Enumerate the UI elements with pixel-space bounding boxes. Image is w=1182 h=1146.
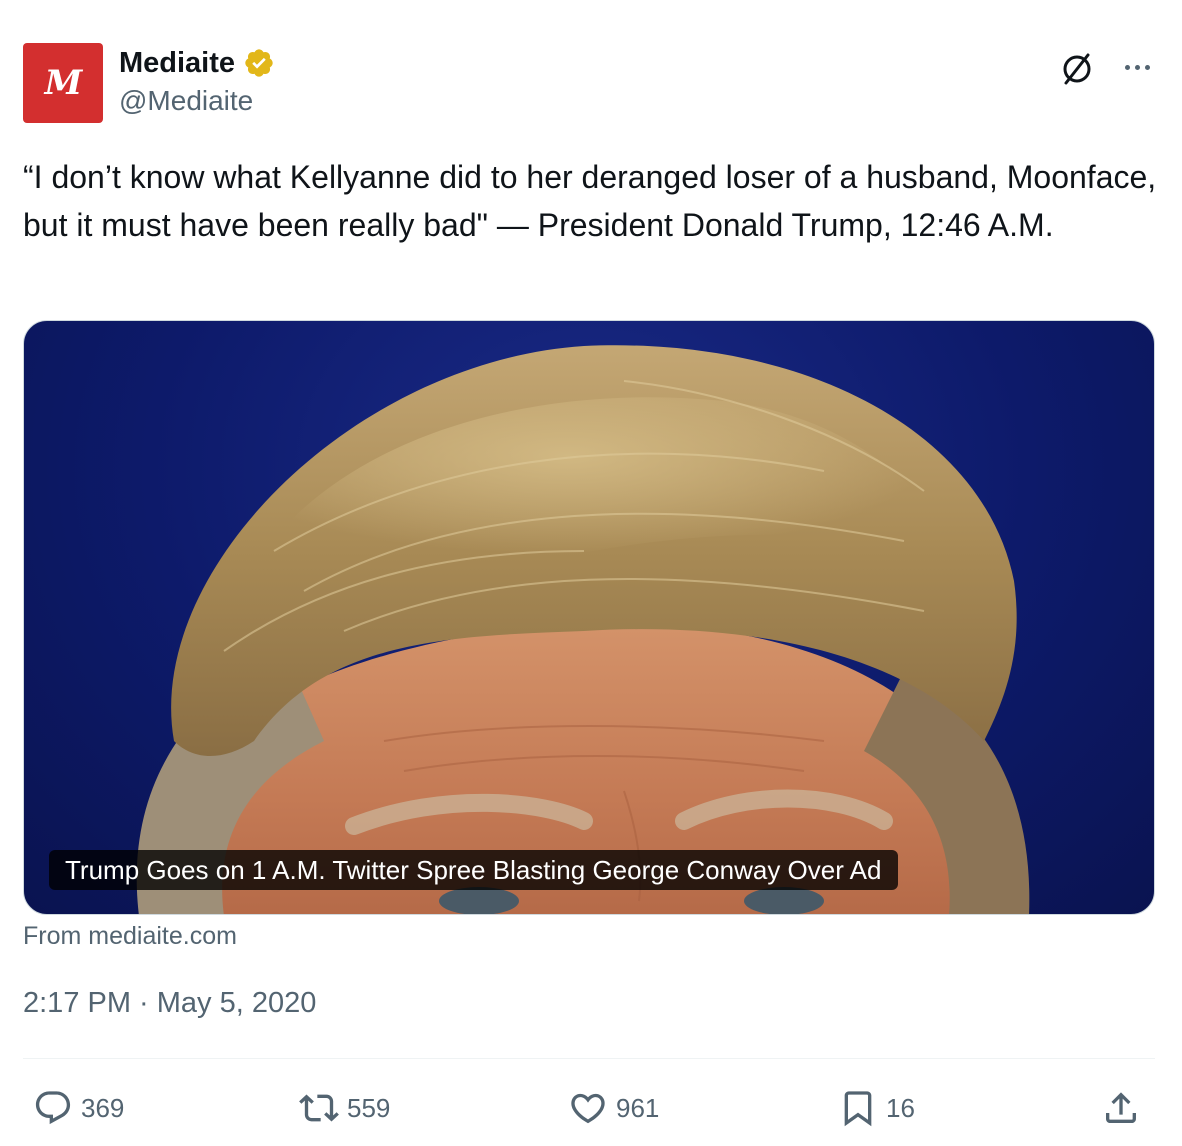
card-source[interactable]: From mediaite.com bbox=[23, 922, 237, 951]
tweet-text: “I don’t know what Kellyanne did to her … bbox=[23, 159, 1166, 243]
share-icon bbox=[1106, 1092, 1136, 1123]
avatar-letter: M bbox=[44, 63, 83, 103]
divider bbox=[23, 1058, 1155, 1059]
reply-icon bbox=[35, 1091, 71, 1125]
share-button[interactable] bbox=[1101, 1080, 1149, 1136]
action-bar: 369 559 961 16 bbox=[23, 1080, 1155, 1136]
retweet-count: 559 bbox=[347, 1092, 391, 1123]
like-button[interactable]: 961 bbox=[568, 1080, 659, 1136]
like-count: 961 bbox=[616, 1092, 660, 1123]
reply-button[interactable]: 369 bbox=[33, 1080, 124, 1136]
avatar[interactable]: M bbox=[23, 43, 103, 123]
more-icon[interactable] bbox=[1115, 49, 1159, 85]
verified-badge-icon bbox=[245, 49, 273, 77]
bookmark-button[interactable]: 16 bbox=[838, 1080, 915, 1136]
display-name[interactable]: Mediaite bbox=[119, 47, 235, 80]
article-image bbox=[136, 345, 1030, 914]
retweet-icon bbox=[299, 1094, 339, 1122]
card-caption: Trump Goes on 1 A.M. Twitter Spree Blast… bbox=[49, 850, 898, 890]
retweet-button[interactable]: 559 bbox=[299, 1080, 390, 1136]
bookmark-count: 16 bbox=[886, 1092, 915, 1123]
author-info: Mediaite @Mediaite bbox=[119, 45, 275, 117]
heart-icon bbox=[571, 1093, 605, 1124]
grok-icon[interactable] bbox=[1055, 47, 1099, 91]
handle[interactable]: @Mediaite bbox=[119, 85, 275, 117]
timestamp[interactable]: 2:17 PM · May 5, 2020 bbox=[23, 987, 316, 1020]
link-card[interactable]: Trump Goes on 1 A.M. Twitter Spree Blast… bbox=[23, 320, 1155, 915]
tweet-header: M Mediaite @Mediaite bbox=[23, 43, 1159, 125]
bookmark-icon bbox=[844, 1091, 872, 1127]
reply-count: 369 bbox=[81, 1092, 125, 1123]
